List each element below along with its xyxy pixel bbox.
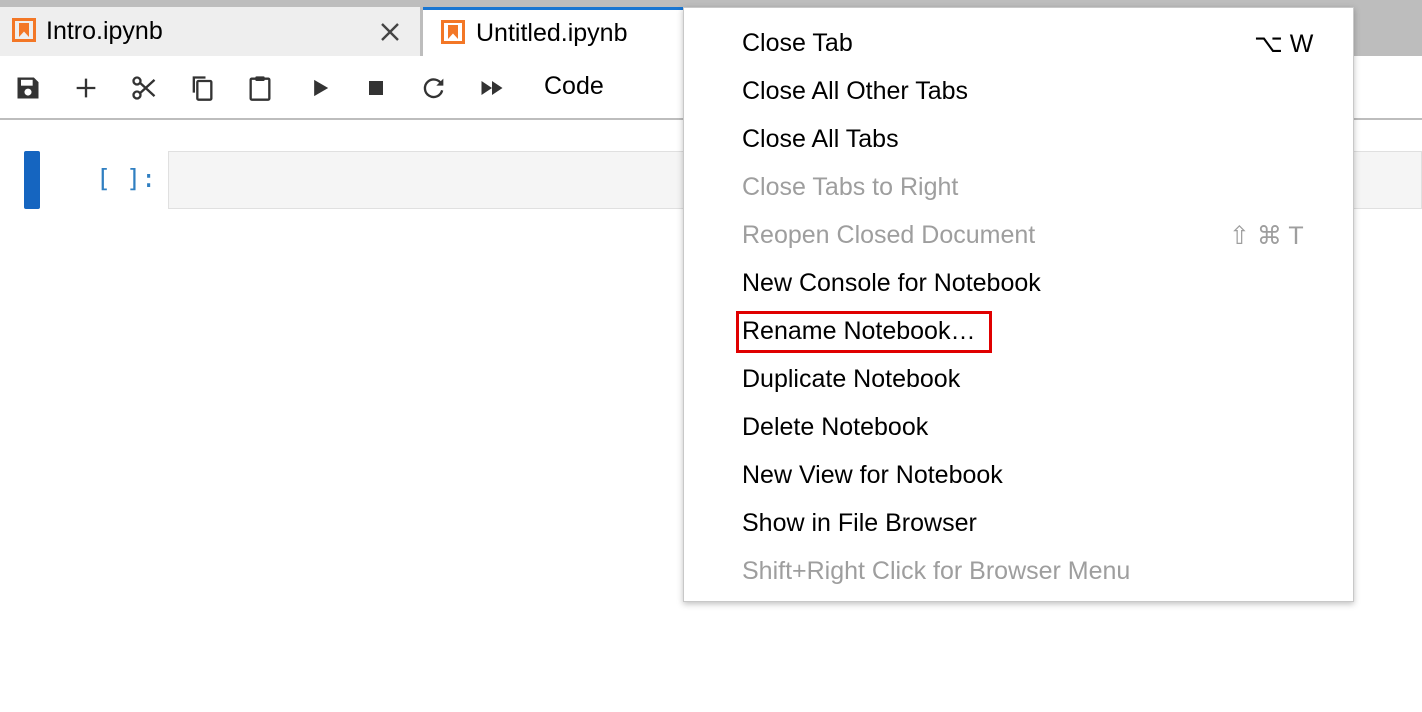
stop-button[interactable] xyxy=(362,74,390,102)
save-button[interactable] xyxy=(14,74,42,102)
menu-item-new-console-for-notebook[interactable]: New Console for Notebook xyxy=(684,259,1353,307)
menu-item-label: New Console for Notebook xyxy=(742,269,1041,297)
menu-item-show-in-file-browser[interactable]: Show in File Browser xyxy=(684,499,1353,547)
cell-type-select[interactable]: Code xyxy=(544,72,604,101)
run-icon xyxy=(314,79,329,97)
menu-item-label: Shift+Right Click for Browser Menu xyxy=(742,557,1131,585)
menu-item-label: Close All Other Tabs xyxy=(742,77,969,105)
plus-icon xyxy=(76,78,96,98)
menu-item-close-all-other-tabs[interactable]: Close All Other Tabs xyxy=(684,67,1353,115)
menu-item-new-view-for-notebook[interactable]: New View for Notebook xyxy=(684,451,1353,499)
stop-icon xyxy=(369,81,383,95)
notebook-icon xyxy=(12,18,36,42)
copy-button[interactable] xyxy=(188,74,216,102)
menu-item-label: Delete Notebook xyxy=(742,413,929,441)
notebook-icon xyxy=(441,20,465,44)
menu-item-label: Close Tabs to Right xyxy=(742,173,959,201)
menu-item-close-tab[interactable]: Close Tab ⌥ W xyxy=(684,19,1353,67)
menu-item-close-tabs-to-right: Close Tabs to Right xyxy=(684,163,1353,211)
menu-item-reopen-closed-document: Reopen Closed Document ⇧ ⌘ T xyxy=(684,211,1353,259)
run-button[interactable] xyxy=(306,74,334,102)
tab-untitled[interactable]: Untitled.ipynb xyxy=(423,7,685,56)
menu-item-label: Close All Tabs xyxy=(742,125,899,153)
tab-intro[interactable]: Intro.ipynb xyxy=(0,7,421,56)
menu-item-shortcut: ⌥ W xyxy=(1254,30,1314,58)
scissors-icon xyxy=(132,76,156,100)
tab-context-menu: Close Tab ⌥ W Close All Other Tabs Close Al… xyxy=(683,7,1354,602)
menu-item-close-all-tabs[interactable]: Close All Tabs xyxy=(684,115,1353,163)
menu-item-label: Rename Notebook… xyxy=(742,317,976,345)
menu-item-duplicate-notebook[interactable]: Duplicate Notebook xyxy=(684,355,1353,403)
fast-forward-icon xyxy=(481,81,503,95)
run-all-button[interactable] xyxy=(478,74,506,102)
tab-label: Untitled.ipynb xyxy=(476,19,628,47)
tab-label: Intro.ipynb xyxy=(46,17,163,45)
menu-item-shortcut: ⇧ ⌘ T xyxy=(1229,222,1304,250)
copy-icon xyxy=(192,76,213,101)
restart-icon xyxy=(423,78,444,99)
menu-item-label: Close Tab xyxy=(742,29,853,57)
restart-button[interactable] xyxy=(420,74,448,102)
input-prompt: [ ]: xyxy=(96,164,157,193)
menu-item-delete-notebook[interactable]: Delete Notebook xyxy=(684,403,1353,451)
menu-item-label: Show in File Browser xyxy=(742,509,977,537)
menu-item-label: Reopen Closed Document xyxy=(742,221,1036,249)
paste-icon xyxy=(249,76,271,101)
save-icon xyxy=(17,77,39,99)
insert-cell-button[interactable] xyxy=(72,74,100,102)
menu-item-rename-notebook[interactable]: Rename Notebook… xyxy=(684,307,1353,355)
active-cell-indicator xyxy=(24,151,40,209)
menu-item-label: New View for Notebook xyxy=(742,461,1003,489)
menu-item-shift-right-click-for-browser-menu: Shift+Right Click for Browser Menu xyxy=(684,547,1353,595)
menu-item-label: Duplicate Notebook xyxy=(742,365,961,393)
close-icon[interactable] xyxy=(378,20,402,44)
cut-button[interactable] xyxy=(130,74,158,102)
paste-button[interactable] xyxy=(246,74,274,102)
